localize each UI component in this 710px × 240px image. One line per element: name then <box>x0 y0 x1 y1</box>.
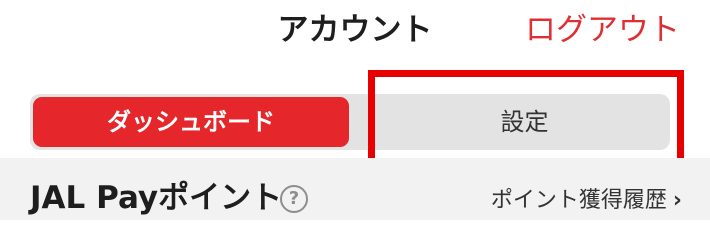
points-history-link[interactable]: ポイント獲得履歴 › <box>491 186 682 216</box>
help-icon[interactable]: ? <box>280 185 308 213</box>
segmented-control: ダッシュボード 設定 <box>30 94 670 150</box>
section-title: JAL Payポイント <box>30 180 283 216</box>
tab-dashboard[interactable]: ダッシュボード <box>33 97 349 147</box>
chevron-right-icon: › <box>672 188 682 213</box>
logout-button[interactable]: ログアウト <box>525 10 680 50</box>
tab-settings[interactable]: 設定 <box>382 97 667 147</box>
tab-bar: ダッシュボード 設定 <box>0 66 710 158</box>
points-section-header: JAL Payポイント ? ポイント獲得履歴 › <box>0 158 710 220</box>
header: アカウント ログアウト <box>0 0 710 66</box>
points-history-label: ポイント獲得履歴 <box>490 188 667 213</box>
